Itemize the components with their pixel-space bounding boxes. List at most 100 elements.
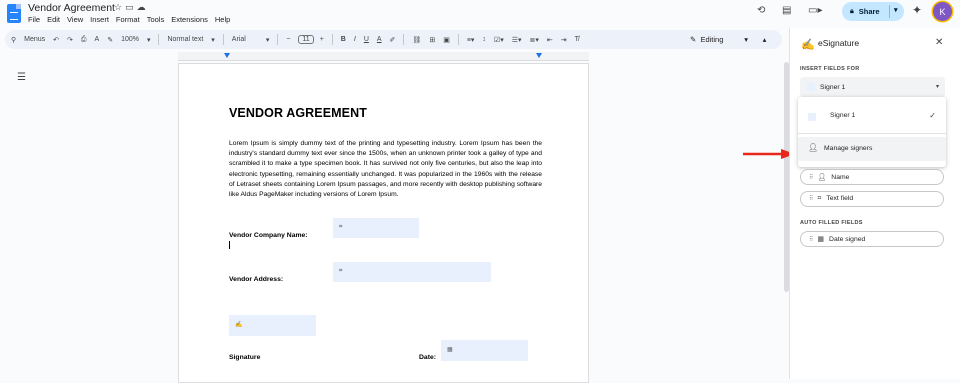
field-chip-name[interactable]: ⠿ 👤︎ Name — [800, 169, 944, 185]
date-label: Date: — [419, 354, 436, 361]
company-name-field[interactable]: ⌗ — [333, 218, 419, 238]
esignature-logo-icon: ✍ — [801, 39, 815, 51]
drag-handle-icon[interactable]: ⠿ — [809, 237, 813, 243]
drag-handle-icon[interactable]: ⠿ — [809, 175, 813, 181]
divider — [331, 34, 333, 45]
mode-select[interactable]: ✎ Editing ▾ ▴ — [690, 35, 766, 44]
share-label: Share — [858, 7, 880, 16]
signature-icon: ✍ — [235, 322, 243, 328]
menu-insert[interactable]: Insert — [90, 15, 109, 24]
document-page[interactable]: VENDOR AGREEMENT Lorem Ipsum is simply d… — [178, 63, 589, 383]
divider — [158, 34, 160, 45]
search-icon[interactable]: ⚲ — [11, 36, 16, 44]
divider — [403, 34, 405, 45]
menu-help[interactable]: Help — [215, 15, 230, 24]
dropdown-signer-option[interactable]: Signer 1 ✓ — [798, 105, 946, 127]
signer-color-swatch — [808, 113, 816, 121]
title-icons: ☆▭☁ — [114, 2, 149, 13]
field-chip-label: Text field — [826, 195, 854, 202]
close-icon[interactable]: ✕ — [935, 37, 943, 48]
document-outline-icon[interactable]: ☰ — [17, 72, 26, 83]
decrease-font-icon[interactable]: − — [286, 36, 290, 43]
chevron-down-icon: ▾ — [935, 84, 939, 90]
menu-extensions[interactable]: Extensions — [171, 15, 208, 24]
text-color-icon[interactable]: A — [377, 36, 382, 43]
text-field-icon: ⌗ — [339, 268, 343, 274]
ruler[interactable] — [178, 52, 589, 61]
history-icon[interactable]: ⟲ — [757, 5, 765, 16]
name-field-icon: ⌗ — [339, 224, 343, 230]
numbered-list-icon[interactable]: ≣▾ — [530, 36, 539, 44]
docs-logo-icon[interactable] — [7, 4, 21, 23]
signer-dropdown: Signer 1 ✓ 👤︎ Manage signers — [798, 97, 946, 167]
signer-select[interactable]: Signer 1 ▾ — [800, 77, 945, 97]
increase-indent-icon[interactable]: ⇥ — [561, 36, 567, 44]
paint-format-icon[interactable]: ✎ — [107, 36, 113, 44]
right-indent-marker[interactable] — [536, 53, 542, 58]
print-icon[interactable]: ⎙ — [81, 36, 87, 44]
field-chip-text-field[interactable]: ⠿ ⌗ Text field — [800, 191, 944, 207]
comment-icon[interactable]: ⊞ — [429, 36, 435, 44]
star-icon[interactable]: ☆ — [114, 2, 125, 12]
image-icon[interactable]: ▣ — [443, 36, 450, 44]
menu-bar: File Edit View Insert Format Tools Exten… — [28, 15, 230, 24]
spellcheck-icon[interactable]: A — [95, 36, 100, 43]
menu-view[interactable]: View — [67, 15, 83, 24]
person-icon: 👤︎ — [808, 143, 819, 152]
menu-tools[interactable]: Tools — [147, 15, 165, 24]
check-icon: ✓ — [929, 111, 936, 120]
move-folder-icon[interactable]: ▭ — [125, 2, 137, 12]
chevron-down-icon[interactable]: ▾ — [894, 6, 898, 14]
divider — [457, 34, 459, 45]
chevron-down-icon: ▾ — [146, 36, 151, 44]
redo-icon[interactable]: ↷ — [67, 36, 73, 44]
checklist-icon[interactable]: ☑▾ — [494, 36, 504, 44]
divider — [277, 34, 279, 45]
style-select[interactable]: Normal text — [167, 36, 203, 43]
font-select[interactable]: Arial — [232, 36, 246, 43]
link-icon[interactable]: ⛓ — [412, 36, 421, 44]
signature-field[interactable]: ✍ — [229, 315, 316, 336]
align-icon[interactable]: ≡▾ — [467, 36, 475, 44]
share-button[interactable]: 🔒︎ Share ▾ — [842, 2, 904, 21]
document-title[interactable]: Vendor Agreement — [28, 2, 115, 14]
calendar-icon: ▦ — [817, 236, 825, 243]
drag-handle-icon[interactable]: ⠿ — [809, 196, 813, 202]
bulleted-list-icon[interactable]: ☰▾ — [512, 36, 522, 44]
meet-icon[interactable]: ▭▸ — [808, 5, 822, 16]
date-field[interactable]: ▦ — [441, 340, 528, 361]
highlight-icon[interactable]: ✐ — [390, 36, 396, 44]
font-size-input[interactable]: 11 — [298, 35, 314, 44]
undo-icon[interactable]: ↶ — [53, 36, 59, 44]
chevron-down-icon: ▾ — [265, 36, 270, 44]
cloud-status-icon[interactable]: ☁ — [137, 2, 149, 12]
signer-color-swatch — [807, 83, 815, 91]
vendor-address-field[interactable]: ⌗ — [333, 262, 491, 282]
clear-formatting-icon[interactable]: T̸ — [575, 36, 579, 43]
field-chip-label: Name — [831, 174, 850, 181]
avatar[interactable]: K — [933, 2, 952, 21]
increase-font-icon[interactable]: + — [320, 36, 324, 43]
italic-icon[interactable]: I — [354, 36, 356, 43]
left-indent-marker[interactable] — [224, 53, 230, 58]
menu-file[interactable]: File — [28, 15, 40, 24]
signature-label: Signature — [229, 354, 261, 361]
manage-signers-option[interactable]: 👤︎ Manage signers — [798, 137, 946, 161]
field-chip-date-signed[interactable]: ⠿ ▦ Date signed — [800, 231, 944, 247]
underline-icon[interactable]: U — [364, 36, 369, 43]
title-bar: Vendor Agreement ☆▭☁ File Edit View Inse… — [0, 0, 960, 28]
menus-search[interactable]: Menus — [24, 36, 45, 43]
decrease-indent-icon[interactable]: ⇤ — [547, 36, 553, 44]
bold-icon[interactable]: B — [341, 36, 346, 43]
zoom-select[interactable]: 100% — [121, 36, 139, 43]
menu-edit[interactable]: Edit — [47, 15, 60, 24]
field-chip-label: Date signed — [829, 236, 866, 243]
document-heading: VENDOR AGREEMENT — [229, 106, 367, 120]
comments-icon[interactable]: ▤ — [782, 5, 791, 16]
menu-format[interactable]: Format — [116, 15, 140, 24]
gemini-icon[interactable]: ✦ — [912, 3, 922, 17]
divider — [222, 34, 224, 45]
share-divider — [889, 5, 890, 18]
line-spacing-icon[interactable]: ↕ — [482, 36, 486, 43]
divider — [798, 133, 946, 134]
